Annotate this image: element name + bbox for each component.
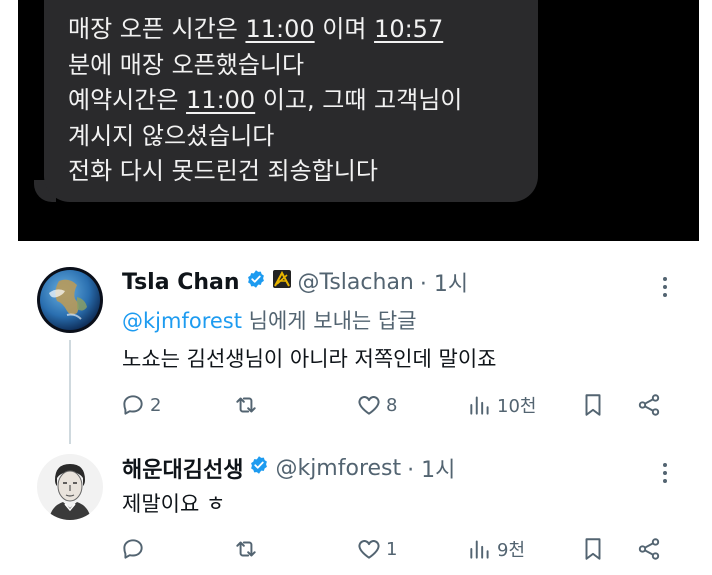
bookmark-button[interactable]	[580, 392, 606, 418]
tweet-actions: 1 9천	[120, 536, 680, 566]
views-icon	[467, 392, 493, 418]
tweet-text: 노쇼는 김선생님이 아니라 저쪽인데 말이죠	[122, 347, 497, 371]
avatar[interactable]	[37, 267, 103, 333]
avatar[interactable]	[37, 454, 103, 520]
bookmark-icon	[580, 392, 606, 418]
more-icon[interactable]	[655, 274, 675, 300]
badge-icon	[272, 269, 292, 295]
bookmark-button[interactable]	[580, 536, 606, 562]
tweet-text: 제말이요 ㅎ	[122, 492, 226, 516]
verified-icon	[249, 455, 269, 481]
more-icon[interactable]	[655, 460, 675, 486]
views-button[interactable]: 10천	[467, 392, 536, 418]
retweet-button[interactable]	[233, 392, 263, 418]
display-name[interactable]: Tsla Chan	[122, 270, 240, 295]
views-icon	[467, 536, 493, 562]
thread-line	[69, 340, 71, 444]
share-icon	[636, 392, 662, 418]
tweet-header: 해운대김선생 @kjmforest · 1시	[122, 452, 455, 484]
tweet-header: Tsla Chan @Tslachan · 1시	[122, 266, 468, 298]
share-button[interactable]	[636, 392, 662, 418]
handle[interactable]: @Tslachan	[298, 270, 414, 295]
tweet-actions: 2 8 10천	[120, 392, 680, 422]
timestamp[interactable]: · 1시	[420, 266, 468, 298]
reply-button[interactable]: 2	[120, 392, 161, 418]
like-icon	[356, 392, 382, 418]
reply-mention[interactable]: @kjmforest	[122, 309, 242, 333]
reply-icon	[120, 392, 146, 418]
bookmark-icon	[580, 536, 606, 562]
retweet-icon	[233, 536, 259, 562]
handle[interactable]: @kjmforest	[275, 456, 401, 481]
like-button[interactable]: 8	[356, 392, 397, 418]
message-text: 매장 오픈 시간은 11:00 이며 10:57 분에 매장 오픈했습니다 예약…	[68, 15, 463, 185]
share-icon	[636, 536, 662, 562]
share-button[interactable]	[636, 536, 662, 562]
replying-to: @kjmforest 님에게 보내는 답글	[122, 309, 417, 333]
retweet-button[interactable]	[233, 536, 263, 562]
like-button[interactable]: 1	[356, 536, 397, 562]
like-icon	[356, 536, 382, 562]
reply-button[interactable]	[120, 536, 150, 562]
timestamp[interactable]: · 1시	[407, 452, 455, 484]
display-name[interactable]: 해운대김선생	[122, 452, 243, 484]
verified-icon	[246, 269, 266, 295]
retweet-icon	[233, 392, 259, 418]
reply-icon	[120, 536, 146, 562]
views-button[interactable]: 9천	[467, 536, 525, 562]
